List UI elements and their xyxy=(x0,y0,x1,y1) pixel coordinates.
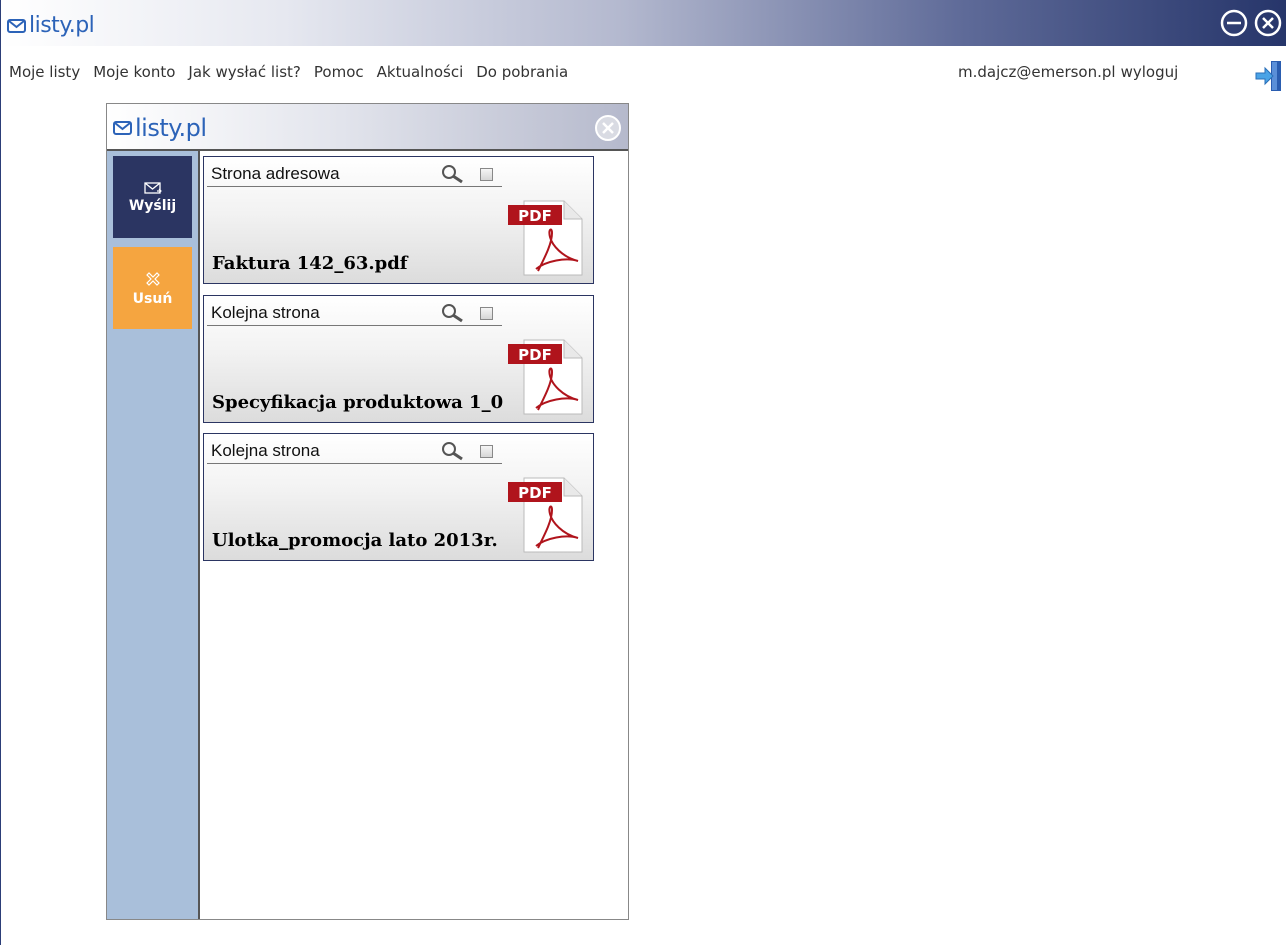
x-circle-icon[interactable] xyxy=(593,113,623,143)
minus-circle-icon[interactable] xyxy=(1219,8,1249,38)
envelope-logo-icon xyxy=(113,121,132,135)
logout-link[interactable]: wyloguj xyxy=(1121,63,1179,81)
document-filename: Specyfikacja produktowa 1_0 xyxy=(212,392,504,413)
magnifier-icon[interactable] xyxy=(440,441,466,461)
magnifier-icon[interactable] xyxy=(440,164,466,184)
app-logo-text: listy.pl xyxy=(29,13,95,38)
card-header: Kolejna strona xyxy=(207,437,502,464)
nav-item-pomoc[interactable]: Pomoc xyxy=(314,63,364,81)
user-email: m.dajcz@emerson.pl xyxy=(958,63,1116,81)
main-nav: Moje listy Moje konto Jak wysłać list? P… xyxy=(9,63,581,81)
svg-text:PDF: PDF xyxy=(518,207,552,225)
user-info: m.dajcz@emerson.pl wyloguj xyxy=(958,63,1178,81)
svg-text:PDF: PDF xyxy=(518,484,552,502)
select-checkbox[interactable] xyxy=(480,445,493,458)
app-window: listy.pl Moje listy Moje konto Jak wysła… xyxy=(0,0,1286,945)
letter-panel: listy.pl Wyślij Usuń Strona adresowa PDF… xyxy=(106,103,629,920)
svg-text:PDF: PDF xyxy=(518,346,552,364)
page-type-label: Strona adresowa xyxy=(211,164,340,183)
magnifier-icon[interactable] xyxy=(440,303,466,323)
select-checkbox[interactable] xyxy=(480,168,493,181)
nav-item-do-pobrania[interactable]: Do pobrania xyxy=(476,63,568,81)
delete-button-label: Usuń xyxy=(132,291,173,307)
delete-button[interactable]: Usuń xyxy=(113,247,192,329)
select-checkbox[interactable] xyxy=(480,307,493,320)
envelope-icon xyxy=(143,182,162,194)
send-button-label: Wyślij xyxy=(128,198,177,214)
page-type-label: Kolejna strona xyxy=(211,441,320,460)
panel-title-bar: listy.pl xyxy=(107,104,628,151)
document-card[interactable]: Kolejna strona PDF Specyfikacja produkto… xyxy=(203,295,594,423)
document-list: Strona adresowa PDF Faktura 142_63.pdf K… xyxy=(200,151,628,919)
nav-item-moje-listy[interactable]: Moje listy xyxy=(9,63,80,81)
send-button[interactable]: Wyślij xyxy=(113,156,192,238)
document-card[interactable]: Kolejna strona PDF Ulotka_promocja lato … xyxy=(203,433,594,561)
document-filename: Ulotka_promocja lato 2013r. xyxy=(212,530,498,551)
card-header: Strona adresowa xyxy=(207,160,502,187)
x-icon xyxy=(145,272,160,286)
exit-door-icon[interactable] xyxy=(1254,59,1284,93)
nav-item-moje-konto[interactable]: Moje konto xyxy=(93,63,175,81)
document-filename: Faktura 142_63.pdf xyxy=(212,253,408,274)
app-logo: listy.pl xyxy=(7,13,95,38)
pdf-icon: PDF xyxy=(508,200,583,276)
document-card[interactable]: Strona adresowa PDF Faktura 142_63.pdf xyxy=(203,156,594,284)
panel-logo-text: listy.pl xyxy=(135,114,207,142)
page-type-label: Kolejna strona xyxy=(211,303,320,322)
action-sidebar: Wyślij Usuń xyxy=(107,151,200,919)
pdf-icon: PDF xyxy=(508,339,583,415)
envelope-logo-icon xyxy=(7,18,26,33)
card-header: Kolejna strona xyxy=(207,299,502,326)
nav-item-jak-wyslac[interactable]: Jak wysłać list? xyxy=(188,63,301,81)
nav-item-aktualnosci[interactable]: Aktualności xyxy=(377,63,464,81)
title-bar: listy.pl xyxy=(1,0,1286,46)
pdf-icon: PDF xyxy=(508,477,583,553)
panel-logo: listy.pl xyxy=(113,114,207,142)
x-circle-icon[interactable] xyxy=(1253,8,1283,38)
